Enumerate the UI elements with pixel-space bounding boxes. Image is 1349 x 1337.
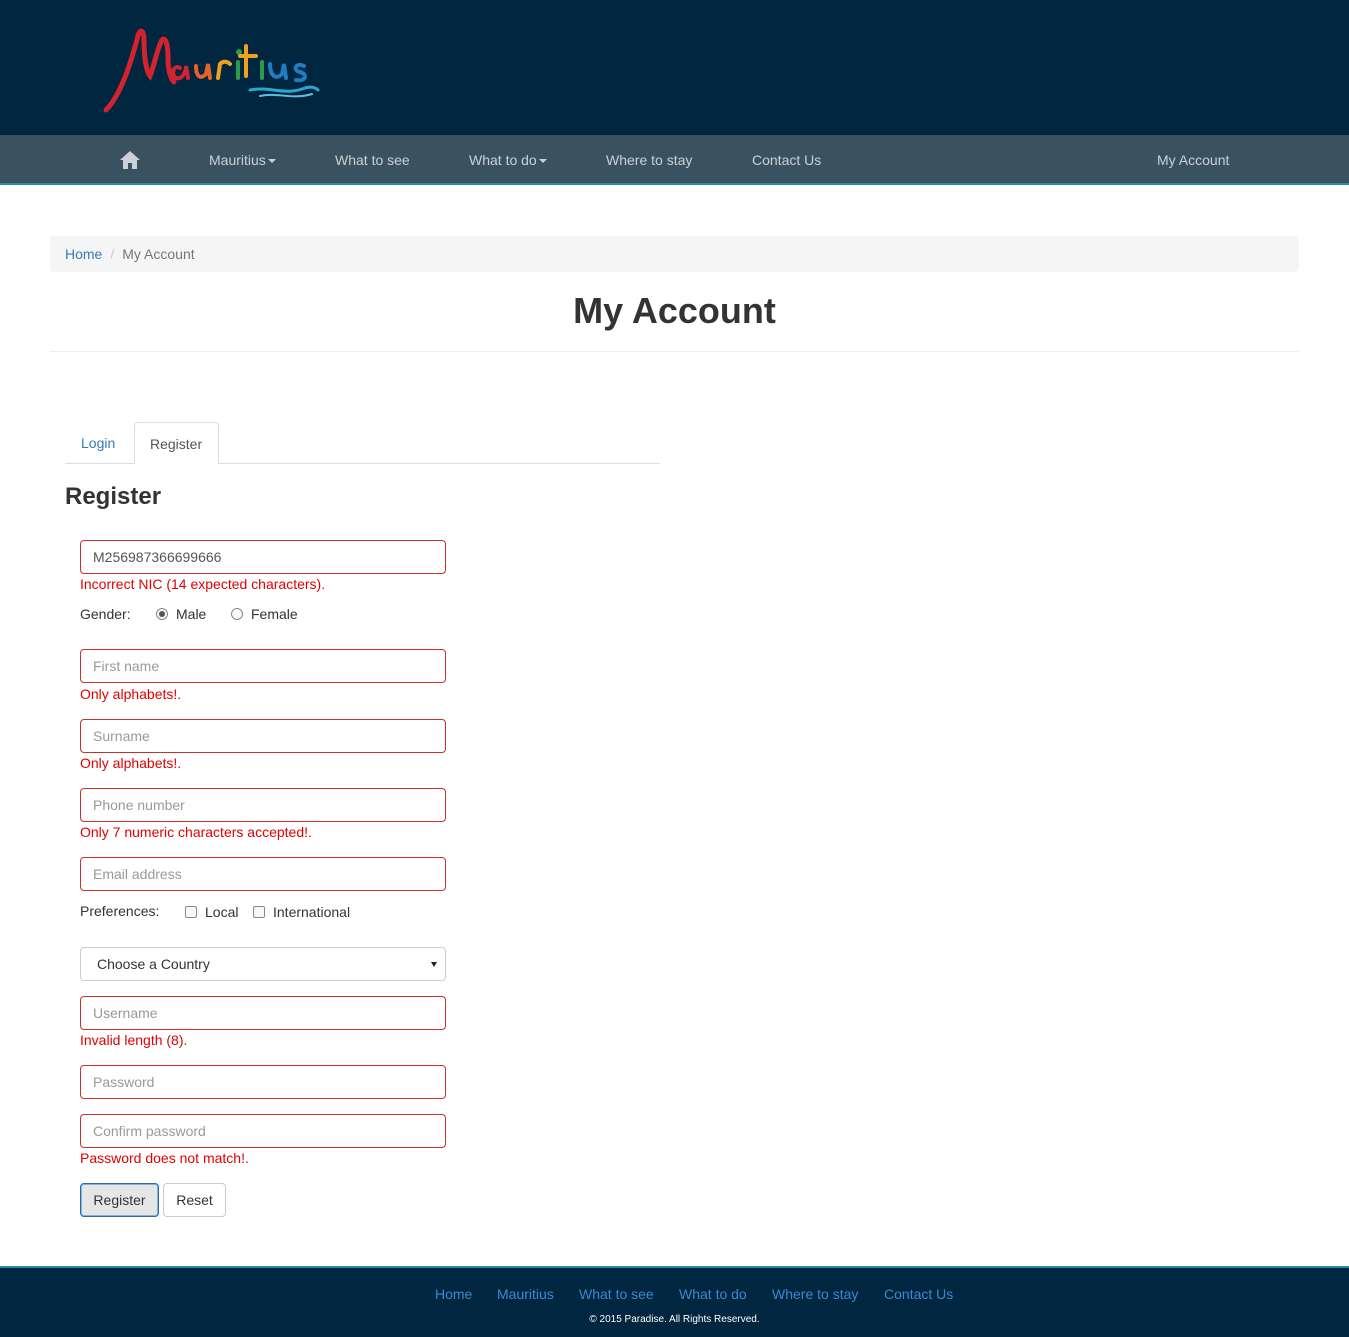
nav-item-where-to-stay[interactable]: Where to stay bbox=[606, 135, 692, 185]
breadcrumb: Home / My Account bbox=[50, 236, 1299, 272]
nic-error: Incorrect NIC (14 expected characters). bbox=[80, 576, 326, 592]
preference-international-checkbox[interactable] bbox=[253, 906, 265, 918]
caret-down-icon bbox=[431, 962, 437, 967]
title-divider bbox=[50, 351, 1299, 352]
home-icon[interactable] bbox=[119, 150, 141, 170]
preference-international-label[interactable]: International bbox=[273, 904, 350, 920]
chevron-down-icon bbox=[538, 159, 547, 164]
surname-error: Only alphabets!. bbox=[80, 755, 182, 771]
nav-item-label: What to see bbox=[335, 152, 410, 168]
chevron-down-icon bbox=[267, 159, 276, 164]
gender-male-radio[interactable] bbox=[156, 608, 168, 620]
username-error: Invalid length (8). bbox=[80, 1032, 188, 1048]
site-footer: Home Mauritius What to see What to do Wh… bbox=[0, 1266, 1349, 1337]
nav-item-label: Contact Us bbox=[752, 152, 822, 168]
email-input[interactable] bbox=[80, 857, 446, 891]
reset-button[interactable]: Reset bbox=[163, 1183, 226, 1217]
register-heading: Register bbox=[65, 483, 162, 510]
gender-female-radio[interactable] bbox=[231, 608, 243, 620]
footer-link-what-to-do[interactable]: What to do bbox=[679, 1286, 747, 1302]
nav-item-what-to-do[interactable]: What to do bbox=[469, 135, 547, 185]
copyright-text: © 2015 Paradise. All Rights Reserved. bbox=[589, 1314, 760, 1325]
account-tabs: Login Register bbox=[65, 422, 660, 465]
footer-link-mauritius[interactable]: Mauritius bbox=[497, 1286, 554, 1302]
page-title: My Account bbox=[573, 290, 776, 331]
country-select-value: Choose a Country bbox=[97, 956, 210, 972]
register-button[interactable]: Register bbox=[80, 1183, 159, 1217]
breadcrumb-separator: / bbox=[110, 246, 115, 262]
nic-input[interactable] bbox=[80, 540, 446, 574]
confirm-password-error: Password does not match!. bbox=[80, 1150, 249, 1166]
password-input[interactable] bbox=[80, 1065, 446, 1099]
nav-item-label: Mauritius bbox=[209, 152, 266, 168]
nav-item-label: Where to stay bbox=[606, 152, 693, 168]
preference-local-checkbox[interactable] bbox=[185, 906, 197, 918]
confirm-password-input[interactable] bbox=[80, 1114, 446, 1148]
surname-input[interactable] bbox=[80, 719, 446, 753]
gender-female-label[interactable]: Female bbox=[251, 606, 298, 622]
main-navbar: Mauritius What to see What to do Where t… bbox=[0, 135, 1349, 185]
phone-input[interactable] bbox=[80, 788, 446, 822]
tab-login[interactable]: Login bbox=[66, 422, 130, 464]
phone-error: Only 7 numeric characters accepted!. bbox=[80, 824, 312, 840]
mauritius-logo[interactable] bbox=[100, 16, 330, 116]
footer-link-home[interactable]: Home bbox=[435, 1286, 472, 1302]
country-select[interactable]: Choose a Country bbox=[80, 947, 446, 981]
footer-link-where-to-stay[interactable]: Where to stay bbox=[772, 1286, 858, 1302]
preferences-label: Preferences: bbox=[80, 903, 160, 919]
tab-register[interactable]: Register bbox=[134, 422, 219, 465]
breadcrumb-current: My Account bbox=[122, 246, 195, 262]
nav-item-my-account[interactable]: My Account bbox=[1157, 135, 1229, 185]
first-name-input[interactable] bbox=[80, 649, 446, 683]
nav-item-what-to-see[interactable]: What to see bbox=[335, 135, 410, 185]
nav-item-contact-us[interactable]: Contact Us bbox=[752, 135, 821, 185]
first-name-error: Only alphabets!. bbox=[80, 686, 182, 702]
footer-link-contact-us[interactable]: Contact Us bbox=[884, 1286, 953, 1302]
username-input[interactable] bbox=[80, 996, 446, 1030]
gender-label: Gender: bbox=[80, 606, 131, 622]
footer-link-what-to-see[interactable]: What to see bbox=[579, 1286, 654, 1302]
breadcrumb-home-link[interactable]: Home bbox=[65, 246, 102, 262]
site-header bbox=[0, 0, 1349, 135]
nav-item-mauritius[interactable]: Mauritius bbox=[209, 135, 276, 185]
nav-item-label: What to do bbox=[469, 152, 537, 168]
gender-male-label[interactable]: Male bbox=[176, 606, 206, 622]
preference-local-label[interactable]: Local bbox=[205, 904, 238, 920]
